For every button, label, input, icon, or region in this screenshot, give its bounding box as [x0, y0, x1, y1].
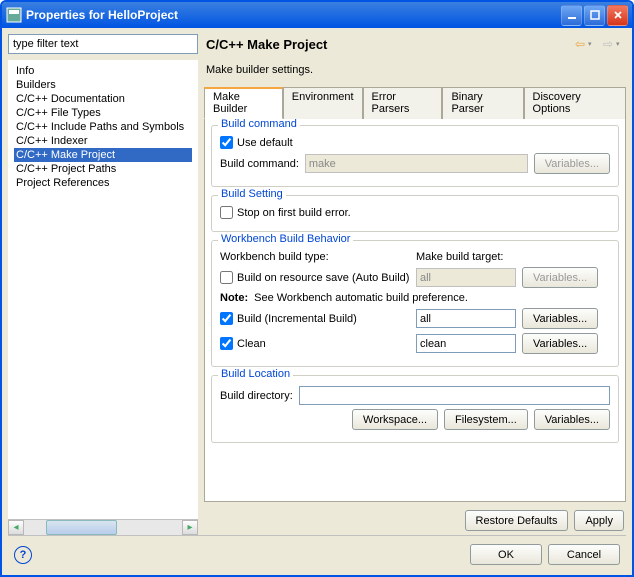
apply-button[interactable]: Apply [574, 510, 624, 531]
back-icon[interactable]: ⇦ [572, 36, 588, 52]
tab[interactable]: Binary Parser [442, 87, 523, 119]
clean-variables-button[interactable]: Variables... [522, 333, 598, 354]
tree-item[interactable]: C/C++ Documentation [14, 92, 192, 106]
incremental-build-checkbox[interactable]: Build (Incremental Build) [220, 312, 410, 325]
bc-variables-button: Variables... [534, 153, 610, 174]
forward-icon: ⇨ [600, 36, 616, 52]
tab[interactable]: Discovery Options [524, 87, 626, 119]
build-command-input [305, 154, 528, 173]
title-bar: Properties for HelloProject [2, 2, 632, 28]
tree-item[interactable]: C/C++ Indexer [14, 134, 192, 148]
back-menu-icon[interactable]: ▾ [588, 40, 596, 48]
group-build-setting: Build Setting Stop on first build error. [211, 195, 619, 232]
page-subtitle: Make builder settings. [204, 58, 626, 86]
auto-variables-button: Variables... [522, 267, 598, 288]
filter-input[interactable] [8, 34, 198, 54]
tab[interactable]: Environment [283, 87, 363, 119]
properties-window: Properties for HelloProject InfoBuilders… [0, 0, 634, 577]
maximize-button[interactable] [584, 5, 605, 26]
right-pane: C/C++ Make Project ⇦ ▾ ⇨ ▾ Make builder … [204, 34, 626, 535]
workspace-button[interactable]: Workspace... [352, 409, 438, 430]
tab[interactable]: Error Parsers [363, 87, 443, 119]
tree-item[interactable]: C/C++ Make Project [14, 148, 192, 162]
use-default-checkbox[interactable]: Use default [220, 136, 293, 149]
bl-variables-button[interactable]: Variables... [534, 409, 610, 430]
ok-button[interactable]: OK [470, 544, 542, 565]
page-title: C/C++ Make Project [206, 37, 568, 52]
tab-body: Build command Use default Build command:… [204, 119, 626, 502]
scroll-thumb[interactable] [46, 520, 117, 535]
clean-target-input[interactable] [416, 334, 516, 353]
window-icon [6, 7, 22, 23]
tab[interactable]: Make Builder [204, 87, 283, 119]
note-text: See Workbench automatic build preference… [254, 292, 468, 304]
group-workbench: Workbench Build Behavior Workbench build… [211, 240, 619, 367]
window-title: Properties for HelloProject [26, 8, 559, 22]
help-icon[interactable]: ? [14, 546, 32, 564]
tree-item[interactable]: Info [14, 64, 192, 78]
left-pane: InfoBuildersC/C++ DocumentationC/C++ Fil… [8, 34, 198, 535]
build-dir-label: Build directory: [220, 390, 293, 402]
category-tree[interactable]: InfoBuildersC/C++ DocumentationC/C++ Fil… [8, 60, 198, 519]
stop-on-error-checkbox[interactable]: Stop on first build error. [220, 206, 351, 219]
clean-checkbox[interactable]: Clean [220, 337, 410, 350]
note-label: Note: [220, 292, 248, 304]
wb-target-label: Make build target: [416, 251, 503, 263]
tree-item[interactable]: Project References [14, 176, 192, 190]
inc-target-input[interactable] [416, 309, 516, 328]
filesystem-button[interactable]: Filesystem... [444, 409, 528, 430]
inc-variables-button[interactable]: Variables... [522, 308, 598, 329]
auto-build-checkbox[interactable]: Build on resource save (Auto Build) [220, 271, 410, 284]
tree-scrollbar[interactable]: ◂ ▸ [8, 519, 198, 535]
close-button[interactable] [607, 5, 628, 26]
group-build-command: Build command Use default Build command:… [211, 125, 619, 187]
tree-item[interactable]: C/C++ File Types [14, 106, 192, 120]
auto-target-input [416, 268, 516, 287]
footer: ? OK Cancel [8, 535, 626, 569]
fwd-menu-icon: ▾ [616, 40, 624, 48]
tab-bar: Make BuilderEnvironmentError ParsersBina… [204, 86, 626, 119]
restore-defaults-button[interactable]: Restore Defaults [465, 510, 569, 531]
group-title: Build command [218, 119, 300, 130]
cancel-button[interactable]: Cancel [548, 544, 620, 565]
build-dir-input[interactable] [299, 386, 610, 405]
tree-item[interactable]: Builders [14, 78, 192, 92]
tree-item[interactable]: C/C++ Include Paths and Symbols [14, 120, 192, 134]
group-build-location: Build Location Build directory: Workspac… [211, 375, 619, 443]
minimize-button[interactable] [561, 5, 582, 26]
scroll-right-icon[interactable]: ▸ [182, 520, 198, 535]
build-command-label: Build command: [220, 158, 299, 170]
content: InfoBuildersC/C++ DocumentationC/C++ Fil… [2, 28, 632, 575]
tree-item[interactable]: C/C++ Project Paths [14, 162, 192, 176]
scroll-left-icon[interactable]: ◂ [8, 520, 24, 535]
wb-type-label: Workbench build type: [220, 251, 410, 263]
